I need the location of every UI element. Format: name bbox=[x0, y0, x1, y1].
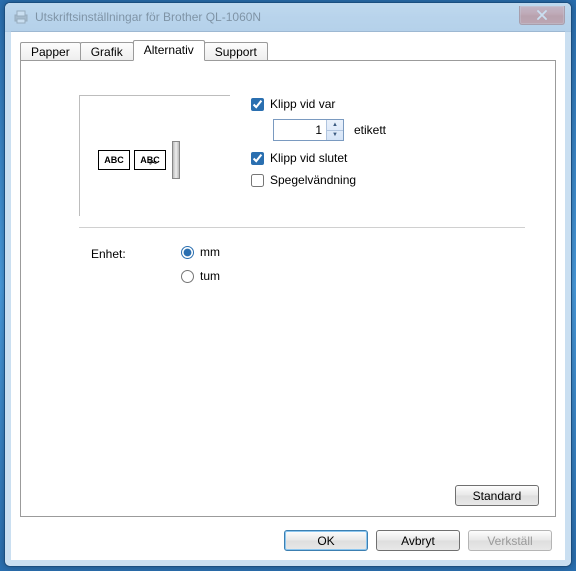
spinner-up[interactable]: ▲ bbox=[327, 120, 343, 131]
tab-support[interactable]: Support bbox=[204, 42, 268, 62]
radio-inch[interactable] bbox=[181, 270, 194, 283]
divider bbox=[79, 227, 525, 228]
label-inch: tum bbox=[200, 269, 220, 283]
spinner-cut-count: ▲ ▼ bbox=[273, 119, 344, 141]
label-unit: Enhet: bbox=[91, 247, 126, 261]
checkbox-cut-every[interactable] bbox=[251, 98, 264, 111]
checkbox-mirror[interactable] bbox=[251, 174, 264, 187]
label-etikett: etikett bbox=[354, 123, 386, 137]
unit-radio-group: mm tum bbox=[181, 245, 220, 293]
checkbox-cut-end[interactable] bbox=[251, 152, 264, 165]
radio-row-inch[interactable]: tum bbox=[181, 269, 220, 283]
standard-button[interactable]: Standard bbox=[455, 485, 539, 506]
client-area: Papper Grafik Alternativ Support ABC ABC… bbox=[12, 32, 564, 559]
printer-icon bbox=[13, 9, 29, 25]
tab-graphics[interactable]: Grafik bbox=[80, 42, 134, 62]
label-cut-end: Klipp vid slutet bbox=[270, 151, 347, 165]
label-cut-every: Klipp vid var bbox=[270, 97, 335, 111]
tab-alternative[interactable]: Alternativ bbox=[133, 40, 205, 61]
label-mirror: Spegelvändning bbox=[270, 173, 356, 187]
radio-mm[interactable] bbox=[181, 246, 194, 259]
cancel-button[interactable]: Avbryt bbox=[376, 530, 460, 551]
preview-frame: ABC ABC ✂ bbox=[79, 95, 230, 216]
tabstrip: Papper Grafik Alternativ Support bbox=[20, 40, 267, 61]
apply-button[interactable]: Verkställ bbox=[468, 530, 552, 551]
tab-paper[interactable]: Papper bbox=[20, 42, 81, 62]
dialog-button-row: OK Avbryt Verkställ bbox=[284, 530, 552, 551]
close-button[interactable] bbox=[519, 6, 565, 25]
titlebar[interactable]: Utskriftsinställningar för Brother QL-10… bbox=[5, 3, 571, 32]
spinner-down[interactable]: ▼ bbox=[327, 131, 343, 141]
ok-button[interactable]: OK bbox=[284, 530, 368, 551]
input-cut-count[interactable] bbox=[274, 120, 326, 140]
radio-row-mm[interactable]: mm bbox=[181, 245, 220, 259]
dialog-window: Utskriftsinställningar för Brother QL-10… bbox=[4, 2, 572, 567]
preview-label-1: ABC bbox=[98, 150, 130, 170]
options-group: Klipp vid var ▲ ▼ etikett Klipp vid slut… bbox=[251, 97, 501, 195]
window-title: Utskriftsinställningar för Brother QL-10… bbox=[35, 10, 519, 24]
label-mm: mm bbox=[200, 245, 220, 259]
tab-page-alternative: ABC ABC ✂ Klipp vid var ▲ ▼ bbox=[20, 60, 556, 517]
cutter-icon bbox=[172, 141, 180, 179]
scissor-icon: ✂ bbox=[149, 158, 157, 169]
